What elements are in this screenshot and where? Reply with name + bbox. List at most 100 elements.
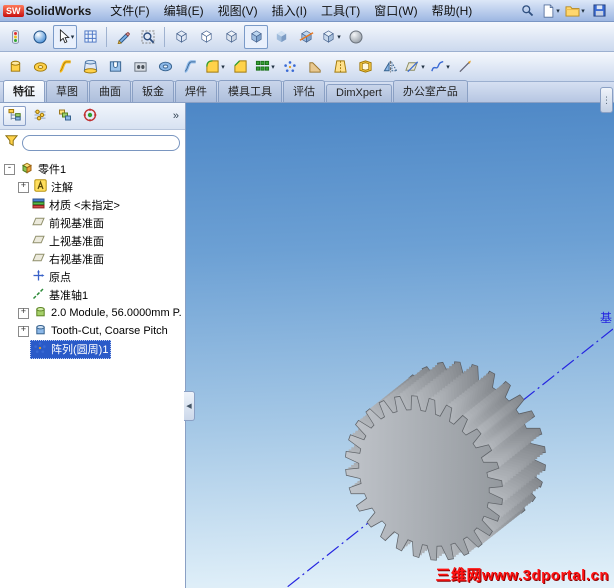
- menu-view[interactable]: 视图(V): [211, 0, 265, 21]
- tree-item-circular-pattern[interactable]: 阵列(圆周)1: [0, 339, 185, 359]
- section-view-button[interactable]: [294, 25, 318, 49]
- mirror-button[interactable]: [378, 55, 402, 79]
- tree-item-right-plane[interactable]: 右视基准面: [0, 250, 185, 268]
- fm-tree-icon: [8, 108, 22, 125]
- tab-sheet-metal[interactable]: 钣金: [132, 80, 174, 102]
- solidworks-search-button[interactable]: [515, 0, 539, 23]
- dropdown-arrow-icon[interactable]: ▾: [446, 63, 450, 71]
- plane-icon: [32, 251, 45, 267]
- extruded-cut-button[interactable]: [103, 55, 127, 79]
- tab-office-products[interactable]: 办公室产品: [392, 80, 468, 102]
- draft-button[interactable]: [328, 55, 352, 79]
- curves-button[interactable]: ▾: [428, 55, 452, 79]
- propertymanager-tab[interactable]: [28, 106, 51, 126]
- save-document-button[interactable]: [587, 0, 611, 23]
- expand-toggle-icon[interactable]: +: [18, 307, 29, 319]
- expand-toggle-icon[interactable]: +: [18, 181, 29, 193]
- tree-item-origin[interactable]: 原点: [0, 268, 185, 286]
- watermark-text: 三维网www.3dportal.cn: [435, 567, 609, 584]
- grid-system-button[interactable]: [78, 25, 102, 49]
- viewport-corner-widget[interactable]: ⋮: [600, 87, 613, 113]
- dropdown-arrow-icon[interactable]: ▾: [221, 63, 225, 71]
- search-icon: [521, 4, 534, 17]
- dropdown-arrow-icon[interactable]: ▾: [71, 33, 75, 41]
- menu-file[interactable]: 文件(F): [103, 0, 156, 21]
- revolved-boss-button[interactable]: [28, 55, 52, 79]
- tree-item-top-plane[interactable]: 上视基准面: [0, 232, 185, 250]
- dropdown-arrow-icon[interactable]: ▾: [421, 63, 425, 71]
- select-button[interactable]: ▾: [53, 24, 77, 49]
- tree-item-tooth-cut[interactable]: + Tooth-Cut, Coarse Pitch: [0, 322, 185, 340]
- expand-toggle-icon[interactable]: +: [18, 325, 29, 337]
- linear-pattern-button[interactable]: ▾: [253, 55, 277, 79]
- tree-filter-input[interactable]: [22, 135, 180, 151]
- dropdown-arrow-icon[interactable]: ▾: [271, 63, 275, 71]
- panel-collapse-button[interactable]: ◀: [184, 391, 195, 421]
- circular-pattern-button[interactable]: [278, 55, 302, 79]
- menu-help[interactable]: 帮助(H): [425, 0, 480, 21]
- model-view[interactable]: [186, 103, 613, 588]
- fillet-button[interactable]: ▾: [203, 55, 227, 79]
- main-content: » - 零件1 + 注解 材质 <未指定> 前视基准面 上视基准面 右视基准面 …: [0, 103, 614, 588]
- tooth-cut-icon: [34, 323, 47, 339]
- edit-appearance-button[interactable]: [28, 25, 52, 49]
- extruded-boss-button[interactable]: [3, 55, 27, 79]
- swept-boss-button[interactable]: [53, 55, 77, 79]
- tab-dimxpert[interactable]: DimXpert: [326, 84, 392, 102]
- sketch-button[interactable]: [111, 25, 135, 49]
- menu-window[interactable]: 窗口(W): [367, 0, 424, 21]
- menu-insert[interactable]: 插入(I): [265, 0, 314, 21]
- expand-toggle-icon[interactable]: -: [4, 163, 15, 175]
- tree-item-annotations[interactable]: + 注解: [0, 178, 185, 196]
- dropdown-arrow-icon[interactable]: ▾: [556, 7, 560, 15]
- zoom-to-fit-button[interactable]: [136, 25, 160, 49]
- funnel-icon: [4, 134, 19, 152]
- tree-item-material[interactable]: 材质 <未指定>: [0, 196, 185, 214]
- tab-sketch[interactable]: 草图: [46, 80, 88, 102]
- view-wireframe-button[interactable]: [169, 25, 193, 49]
- tree-item-axis1[interactable]: 基准轴1: [0, 286, 185, 304]
- tab-weldments[interactable]: 焊件: [175, 80, 217, 102]
- hole-wizard-icon: [133, 59, 148, 74]
- tab-mold-tools[interactable]: 模具工具: [218, 80, 282, 102]
- swept-cut-button[interactable]: [178, 55, 202, 79]
- tree-item-part[interactable]: - 零件1: [0, 160, 185, 178]
- view-hidden-lines-visible-button[interactable]: [194, 25, 218, 49]
- pencil-icon: [116, 30, 130, 44]
- chamfer-button[interactable]: [228, 55, 252, 79]
- featuremanager-tab[interactable]: [3, 106, 26, 126]
- graphics-area[interactable]: 基 三维网www.3dportal.cn: [186, 103, 614, 588]
- tree-item-gear-feature[interactable]: + 2.0 Module, 56.0000mm P.: [0, 304, 185, 322]
- hole-wizard-button[interactable]: [128, 55, 152, 79]
- panel-overflow-chevron[interactable]: »: [173, 110, 182, 122]
- configurationmanager-tab[interactable]: [53, 106, 76, 126]
- menu-tools[interactable]: 工具(T): [314, 0, 367, 21]
- view-orientation-button[interactable]: ▾: [319, 25, 343, 49]
- rebuild-button[interactable]: [3, 25, 27, 49]
- reference-geometry-button[interactable]: ▾: [403, 55, 427, 79]
- revolved-cut-button[interactable]: [153, 55, 177, 79]
- dropdown-arrow-icon[interactable]: ▾: [581, 7, 585, 15]
- extrude-boss-icon: [8, 59, 23, 74]
- shell-button[interactable]: [353, 55, 377, 79]
- view-shaded-button[interactable]: [269, 25, 293, 49]
- tree-item-label: 阵列(圆周)1: [51, 344, 109, 356]
- open-document-button[interactable]: ▾: [563, 0, 587, 23]
- dropdown-arrow-icon[interactable]: ▾: [337, 33, 341, 41]
- gear-feature-icon: [34, 305, 47, 321]
- tab-evaluate[interactable]: 评估: [283, 80, 325, 102]
- view-shaded-with-edges-button[interactable]: [244, 24, 268, 49]
- menu-edit[interactable]: 编辑(E): [157, 0, 211, 21]
- apply-scene-button[interactable]: [344, 25, 368, 49]
- linear-pattern-icon: [255, 59, 270, 74]
- tab-surfaces[interactable]: 曲面: [89, 80, 131, 102]
- view-hidden-lines-removed-button[interactable]: [219, 25, 243, 49]
- tab-features[interactable]: 特征: [3, 80, 45, 102]
- lofted-boss-button[interactable]: [78, 55, 102, 79]
- tree-item-front-plane[interactable]: 前视基准面: [0, 214, 185, 232]
- rib-button[interactable]: [303, 55, 327, 79]
- instant3d-button[interactable]: [453, 55, 477, 79]
- new-document-button[interactable]: ▾: [539, 0, 563, 23]
- dimxpertmanager-tab[interactable]: [78, 106, 101, 126]
- tree-item-label: 2.0 Module, 56.0000mm P.: [51, 307, 182, 319]
